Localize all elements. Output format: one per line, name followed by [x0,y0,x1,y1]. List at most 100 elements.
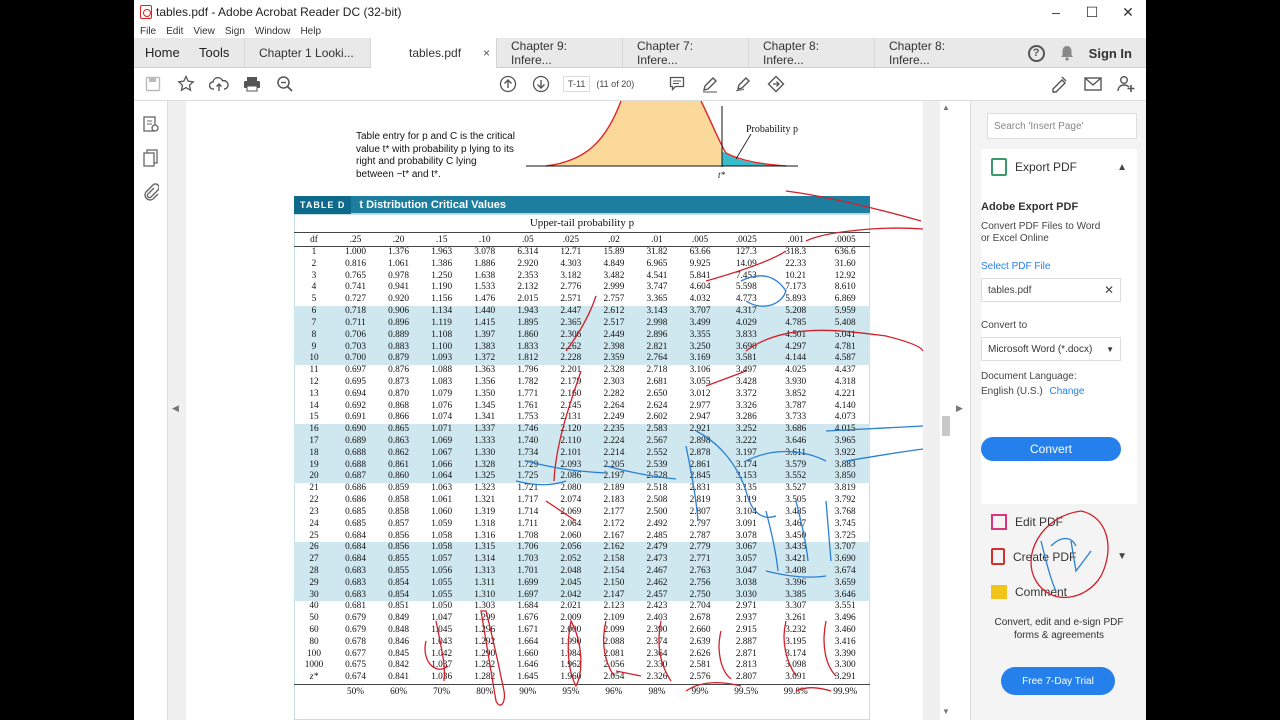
prev-page-icon[interactable] [491,68,524,101]
confidence-level-row: 50% 60% 70% 80% 90% 95% 96% 98% 99% 99.5% 99.8% 99.… [294,684,870,701]
pages-copy-icon[interactable] [134,141,168,175]
scroll-thumb[interactable] [942,416,950,436]
critical-value-cell: 0.674 [345,672,366,683]
convert-button[interactable]: Convert [981,437,1121,461]
critical-value-cell: 0.677 [345,648,366,659]
sign-pen-icon[interactable] [726,68,759,101]
scroll-up-arrow-icon[interactable]: ▲ [942,103,950,112]
bell-icon[interactable] [1059,45,1075,61]
critical-value-cell: 0.860 [377,471,421,484]
critical-value-cell: 3.505 [785,495,807,506]
adobe-export-heading: Adobe Export PDF [981,201,1079,213]
right-pane-toggle[interactable]: ▶ [952,101,970,720]
critical-value-cell: 2.528 [635,471,679,484]
critical-value-cell: 3.055 [689,376,711,387]
tab-doc-chapter1[interactable]: Chapter 1 Looki... [244,37,370,68]
search-tools-input[interactable]: Search 'Insert Page' [987,113,1137,139]
critical-value-cell: 2.681 [646,376,668,387]
tab-doc-chapter9[interactable]: Chapter 9: Infere... [496,37,622,68]
critical-value-cell: 0.686 [345,483,366,494]
close-tab-icon[interactable]: × [483,46,490,60]
critical-value-cell: 3.078 [474,247,496,257]
change-language-link[interactable]: Change [1049,386,1084,397]
highlight-pen-icon[interactable] [693,68,726,101]
critical-value-cell: 1.047 [431,613,453,624]
critical-value-cell: 2.764 [635,353,679,366]
tab-home[interactable]: Home [134,38,189,68]
confidence-level-cell: 90% [506,684,550,701]
maximize-button[interactable]: ☐ [1074,0,1110,24]
export-pdf-header[interactable]: Export PDF ▲ [981,149,1137,185]
tab-doc-tables[interactable]: tables.pdf × [370,37,496,68]
chevron-up-icon[interactable]: ▲ [1117,162,1127,173]
df-cell: 20 [294,471,334,484]
table-row: 100 0.677 0.845 1.042 1.290 1.660 1.984 2.081 2.… [294,649,870,661]
add-user-icon[interactable] [1109,68,1142,101]
critical-value-cell: 3.067 [721,542,771,555]
attachment-paperclip-icon[interactable] [134,175,168,209]
menu-file[interactable]: File [140,26,156,37]
sign-in-button[interactable]: Sign In [1089,46,1132,61]
menu-help[interactable]: Help [300,26,321,37]
scroll-down-arrow-icon[interactable]: ▼ [942,707,950,716]
critical-value-cell: 3.286 [735,412,757,423]
df-cell: 24 [309,518,319,529]
close-button[interactable]: ✕ [1110,0,1146,24]
critical-value-cell: 1.645 [517,672,539,683]
critical-value-cell: 2.423 [646,601,668,612]
t-distribution-curve-figure: Probability p t* [526,101,798,180]
tab-doc-chapter8a[interactable]: Chapter 8: Infere... [748,37,874,68]
critical-value-cell: 2.120 [549,424,593,436]
bookmark-star-icon[interactable] [169,68,202,101]
share-icon[interactable] [759,68,792,101]
critical-value-cell: 2.473 [635,554,679,566]
menu-window[interactable]: Window [255,26,291,37]
page-number-input[interactable]: T-11 [563,76,591,92]
critical-value-cell: 3.390 [834,648,856,659]
t-critical-values-table: df .25.20.15.10.05.025.02.01.005.0025.00… [294,232,870,701]
critical-value-cell: 2.485 [646,530,668,541]
critical-value-cell: 3.385 [771,589,821,602]
critical-value-cell: 2.915 [735,625,757,635]
tab-tools[interactable]: Tools [189,38,244,68]
critical-value-cell: 1.729 [506,459,550,472]
menu-view[interactable]: View [193,26,215,37]
collapse-left-arrow-icon[interactable]: ◀ [172,403,179,414]
help-icon[interactable]: ? [1027,44,1045,62]
critical-value-cell: 4.073 [834,412,856,423]
critical-value-cell: 2.807 [735,672,757,683]
remove-file-icon[interactable]: ✕ [1104,283,1114,297]
link-sign-icon[interactable] [1043,68,1076,101]
page-thumbnails-icon[interactable] [134,107,168,141]
convert-format-select[interactable]: Microsoft Word (*.docx) ▼ [981,337,1121,361]
critical-value-cell: 1.036 [431,672,453,683]
menu-sign[interactable]: Sign [225,26,245,37]
critical-value-cell: 4.032 [689,294,711,305]
df-header: df [294,232,334,247]
collapse-right-arrow-icon[interactable]: ▶ [956,403,963,414]
critical-value-cell: 2.567 [635,436,679,448]
critical-value-cell: 1.699 [506,577,550,590]
critical-value-cell: 3.119 [735,495,757,506]
critical-value-cell: 2.771 [678,554,722,566]
menu-edit[interactable]: Edit [166,26,183,37]
print-icon[interactable] [235,68,268,101]
df-cell: 25 [309,530,319,541]
save-icon[interactable] [136,68,169,101]
comment-icon[interactable] [660,68,693,101]
tab-doc-chapter7[interactable]: Chapter 7: Infere... [622,37,748,68]
document-scrollbar[interactable]: ▲ ▼ [940,101,952,720]
critical-value-cell: 0.694 [345,388,366,399]
next-page-icon[interactable] [524,68,557,101]
critical-value-cell: 2.398 [592,341,636,354]
upload-cloud-icon[interactable] [202,68,235,101]
critical-value-cell: 1.303 [474,601,496,612]
free-trial-button[interactable]: Free 7-Day Trial [1001,667,1115,695]
zoom-search-icon[interactable] [268,68,301,101]
tab-doc-chapter8b[interactable]: Chapter 8: Infere... [874,37,1000,68]
mail-icon[interactable] [1076,68,1109,101]
document-viewport[interactable]: ◀ Table entry for p and C is the critica… [168,101,970,720]
confidence-level-cell: 99.8% [771,684,821,701]
minimize-button[interactable]: – [1038,0,1074,24]
selected-file-field[interactable]: tables.pdf ✕ [981,278,1121,302]
